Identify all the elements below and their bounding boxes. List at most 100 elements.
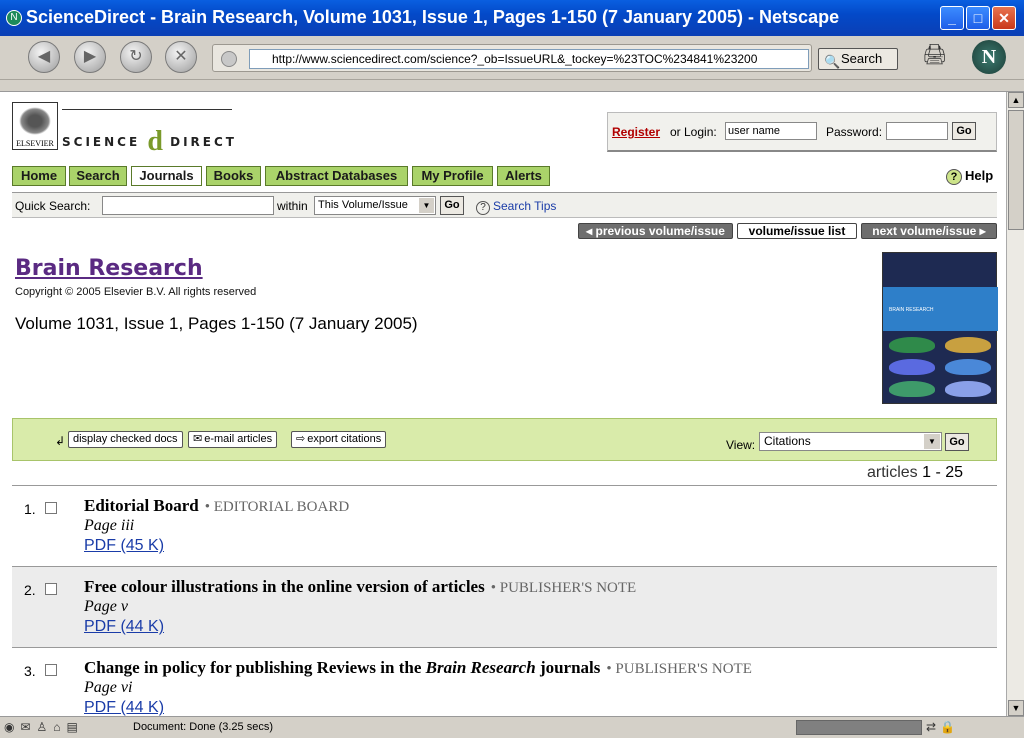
article-checkbox[interactable] bbox=[45, 583, 57, 595]
article-number: 2. bbox=[24, 582, 36, 598]
forward-button[interactable]: ▶ bbox=[74, 41, 106, 73]
email-articles-button[interactable]: ✉ e-mail articles bbox=[188, 431, 278, 448]
cover-brain-image bbox=[945, 359, 991, 375]
stop-button[interactable]: ✕ bbox=[165, 41, 197, 73]
article-type: • PUBLISHER'S NOTE bbox=[490, 580, 637, 596]
search-scope-select[interactable]: This Volume/Issue ▼ bbox=[314, 196, 436, 215]
progress-bar bbox=[796, 720, 922, 735]
article-pdf-link[interactable]: PDF (44 K) bbox=[84, 699, 164, 716]
maximize-button[interactable]: □ bbox=[966, 6, 990, 30]
toolbar-grip bbox=[0, 80, 1024, 92]
login-go-button[interactable]: Go bbox=[952, 122, 976, 140]
minimize-button[interactable]: _ bbox=[940, 6, 964, 30]
journal-cover-image[interactable]: BRAIN RESEARCH bbox=[882, 252, 998, 404]
scroll-up-arrow-icon[interactable]: ▲ bbox=[1008, 92, 1024, 108]
scroll-thumb[interactable] bbox=[1008, 110, 1024, 230]
help-icon: ? bbox=[946, 169, 962, 185]
quick-search-bar: Quick Search: within This Volume/Issue ▼… bbox=[12, 192, 997, 218]
article-type: • PUBLISHER'S NOTE bbox=[606, 661, 752, 677]
export-citations-button[interactable]: ⇨ export citations bbox=[291, 431, 387, 448]
issue-list-button[interactable]: volume/issue list bbox=[737, 223, 857, 239]
article-number: 3. bbox=[24, 663, 36, 679]
next-issue-button[interactable]: next volume/issue ▸ bbox=[861, 223, 997, 239]
username-input[interactable]: user name bbox=[725, 122, 817, 140]
page-viewport: ELSEVIER SCIENCE d DIRECT Register or Lo… bbox=[0, 92, 1006, 716]
article-row: 3. Change in policy for publishing Revie… bbox=[12, 648, 997, 716]
previous-issue-button[interactable]: ◂ previous volume/issue bbox=[578, 223, 733, 239]
netscape-logo-icon[interactable]: N bbox=[972, 40, 1006, 74]
search-tips-link[interactable]: ? Search Tips bbox=[476, 199, 556, 215]
view-select[interactable]: Citations ▼ bbox=[759, 432, 942, 451]
article-checkbox[interactable] bbox=[45, 664, 57, 676]
elsevier-logo[interactable]: ELSEVIER bbox=[12, 102, 58, 150]
sciencedirect-logo[interactable]: SCIENCE d DIRECT bbox=[62, 126, 237, 158]
article-checkbox[interactable] bbox=[45, 502, 57, 514]
volume-info: Volume 1031, Issue 1, Pages 1-150 (7 Jan… bbox=[15, 314, 418, 333]
article-page: Page vi bbox=[84, 679, 133, 696]
article-title[interactable]: Editorial Board • EDITORIAL BOARD bbox=[84, 496, 349, 516]
article-title-italic: Brain Research bbox=[425, 658, 536, 677]
url-input[interactable]: http://www.sciencedirect.com/science?_ob… bbox=[249, 49, 809, 69]
reload-button[interactable]: ↻ bbox=[120, 41, 152, 73]
tab-abstract-databases[interactable]: Abstract Databases bbox=[265, 166, 408, 186]
search-tips-label: Search Tips bbox=[493, 199, 557, 213]
status-bar: ◉✉♙⌂▤ Document: Done (3.25 secs) ⇄🔒 bbox=[0, 716, 1024, 738]
browser-toolbar: ◀ ▶ ↻ ✕ http://www.sciencedirect.com/sci… bbox=[0, 36, 1024, 80]
chevron-down-icon: ▼ bbox=[419, 198, 434, 213]
password-input[interactable] bbox=[886, 122, 948, 140]
quick-search-input[interactable] bbox=[102, 196, 274, 215]
tab-alerts[interactable]: Alerts bbox=[497, 166, 550, 186]
register-link[interactable]: Register bbox=[612, 125, 660, 139]
brand-rule bbox=[62, 109, 232, 110]
help-link[interactable]: ? Help bbox=[946, 168, 993, 185]
article-action-bar: ↲ display checked docs ✉ e-mail articles … bbox=[12, 418, 997, 461]
article-title[interactable]: Change in policy for publishing Reviews … bbox=[84, 658, 752, 678]
scroll-down-arrow-icon[interactable]: ▼ bbox=[1008, 700, 1024, 716]
elsevier-wordmark: ELSEVIER bbox=[16, 139, 54, 148]
article-page: Page iii bbox=[84, 517, 135, 534]
next-issue-label: next volume/issue bbox=[872, 224, 977, 238]
results-range: 1 - 25 bbox=[922, 464, 964, 481]
email-articles-label: e-mail articles bbox=[204, 433, 273, 445]
article-title-text: Editorial Board bbox=[84, 496, 199, 515]
display-checked-button[interactable]: display checked docs bbox=[68, 431, 183, 448]
tab-search[interactable]: Search bbox=[69, 166, 127, 186]
login-panel: Register or Login: user name Password: G… bbox=[607, 112, 997, 152]
copyright-text: Copyright © 2005 Elsevier B.V. All right… bbox=[15, 286, 257, 298]
security-lock-icon[interactable]: ⇄🔒 bbox=[926, 720, 959, 734]
view-select-value: Citations bbox=[764, 434, 811, 448]
or-login-label: or Login: bbox=[670, 125, 717, 139]
article-row: 2. Free colour illustrations in the onli… bbox=[12, 567, 997, 648]
previous-issue-label: previous volume/issue bbox=[595, 224, 725, 238]
page-icon bbox=[221, 51, 237, 67]
print-icon[interactable]: 🖨 bbox=[922, 42, 956, 70]
envelope-icon: ✉ bbox=[193, 433, 203, 445]
cover-brain-image bbox=[945, 337, 991, 353]
article-title[interactable]: Free colour illustrations in the online … bbox=[84, 577, 636, 597]
url-bar: http://www.sciencedirect.com/science?_ob… bbox=[212, 44, 812, 72]
tab-my-profile[interactable]: My Profile bbox=[412, 166, 493, 186]
close-button[interactable]: ✕ bbox=[992, 6, 1016, 30]
article-title-text: Free colour illustrations in the online … bbox=[84, 577, 485, 596]
toolbar-search-button[interactable]: 🔍 Search bbox=[818, 48, 898, 70]
view-go-button[interactable]: Go bbox=[945, 433, 969, 451]
status-component-icons[interactable]: ◉✉♙⌂▤ bbox=[4, 720, 84, 734]
article-title-text: Change in policy for publishing Reviews … bbox=[84, 658, 426, 677]
export-icon: ⇨ bbox=[296, 433, 306, 445]
back-button[interactable]: ◀ bbox=[28, 41, 60, 73]
brand-right: DIRECT bbox=[170, 135, 237, 149]
curved-arrow-icon: ↲ bbox=[55, 434, 66, 448]
brand-at: d bbox=[147, 126, 163, 157]
tab-journals[interactable]: Journals bbox=[131, 166, 202, 186]
article-pdf-link[interactable]: PDF (44 K) bbox=[84, 618, 164, 636]
search-scope-value: This Volume/Issue bbox=[318, 199, 408, 211]
tab-books[interactable]: Books bbox=[206, 166, 261, 186]
journal-title-link[interactable]: Brain Research bbox=[15, 256, 203, 281]
article-pdf-link[interactable]: PDF (45 K) bbox=[84, 537, 164, 555]
tab-home[interactable]: Home bbox=[12, 166, 66, 186]
quick-search-go-button[interactable]: Go bbox=[440, 196, 464, 215]
cover-brain-image bbox=[945, 381, 991, 397]
export-citations-label: export citations bbox=[307, 433, 382, 445]
page-scrollbar[interactable]: ▲ ▼ bbox=[1006, 92, 1024, 716]
status-text: Document: Done (3.25 secs) bbox=[133, 721, 274, 733]
